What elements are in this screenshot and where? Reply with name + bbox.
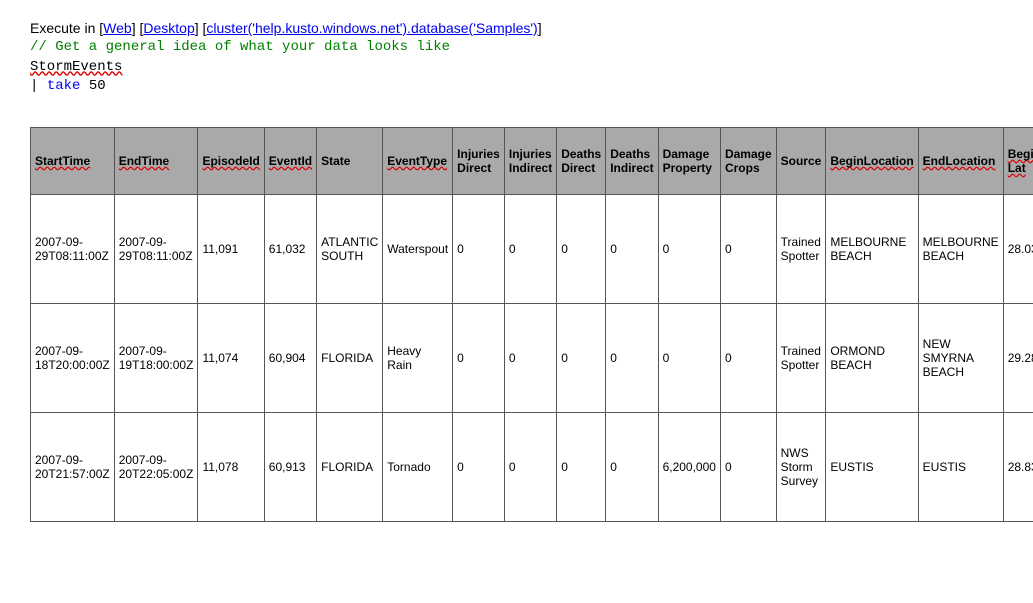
cell-damageproperty: 6,200,000 xyxy=(658,412,720,521)
execute-line: Execute in [Web] [Desktop] [cluster('hel… xyxy=(30,20,1003,36)
col-injdir[interactable]: Injuries Direct xyxy=(457,147,500,175)
cell-episodeid: 11,078 xyxy=(198,412,264,521)
col-dmgprop[interactable]: Damage Property xyxy=(663,147,712,175)
cell-deathsdirect: 0 xyxy=(557,194,606,303)
code-take-keyword: take xyxy=(47,78,81,94)
cell-damageproperty: 0 xyxy=(658,303,720,412)
cell-state: FLORIDA xyxy=(317,412,383,521)
cell-episodeid: 11,091 xyxy=(198,194,264,303)
col-eventtype[interactable]: EventType xyxy=(387,154,447,168)
link-desktop[interactable]: Desktop xyxy=(143,20,194,36)
col-beginlat[interactable]: Begin Lat xyxy=(1008,147,1033,175)
cell-damagecrops: 0 xyxy=(720,303,776,412)
link-web[interactable]: Web xyxy=(103,20,132,36)
cell-deathsdirect: 0 xyxy=(557,412,606,521)
code-take-value: 50 xyxy=(89,78,106,94)
cell-state: FLORIDA xyxy=(317,303,383,412)
cell-beginlocation: EUSTIS xyxy=(826,412,918,521)
cell-damageproperty: 0 xyxy=(658,194,720,303)
cell-starttime: 2007-09-20T21:57:00Z xyxy=(31,412,115,521)
cell-damagecrops: 0 xyxy=(720,412,776,521)
table-row[interactable]: 2007-09-29T08:11:00Z2007-09-29T08:11:00Z… xyxy=(31,194,1033,303)
col-beginloc[interactable]: BeginLocation xyxy=(830,154,913,168)
cell-endlocation: MELBOURNE BEACH xyxy=(918,194,1003,303)
cell-deathsindirect: 0 xyxy=(606,194,658,303)
col-state[interactable]: State xyxy=(321,154,350,168)
cell-beginlat: 29.28 xyxy=(1003,303,1033,412)
table-row[interactable]: 2007-09-18T20:00:00Z2007-09-19T18:00:00Z… xyxy=(31,303,1033,412)
col-starttime[interactable]: StartTime xyxy=(35,154,90,168)
cell-eventid: 60,904 xyxy=(264,303,316,412)
cell-eventtype: Waterspout xyxy=(383,194,453,303)
cell-injuriesdirect: 0 xyxy=(453,194,505,303)
cell-injuriesindirect: 0 xyxy=(504,412,556,521)
cell-starttime: 2007-09-18T20:00:00Z xyxy=(31,303,115,412)
code-pipe: | xyxy=(30,78,38,94)
col-eventid[interactable]: EventId xyxy=(269,154,312,168)
cell-eventid: 60,913 xyxy=(264,412,316,521)
query-editor[interactable]: // Get a general idea of what your data … xyxy=(30,38,1003,97)
cell-beginlat: 28.039 xyxy=(1003,194,1033,303)
cell-source: Trained Spotter xyxy=(776,194,826,303)
table-body: 2007-09-29T08:11:00Z2007-09-29T08:11:00Z… xyxy=(31,194,1033,521)
cell-state: ATLANTIC SOUTH xyxy=(317,194,383,303)
cell-episodeid: 11,074 xyxy=(198,303,264,412)
cell-endtime: 2007-09-19T18:00:00Z xyxy=(114,303,198,412)
cell-deathsindirect: 0 xyxy=(606,303,658,412)
cell-beginlocation: MELBOURNE BEACH xyxy=(826,194,918,303)
col-injind[interactable]: Injuries Indirect xyxy=(509,147,552,175)
cell-source: Trained Spotter xyxy=(776,303,826,412)
col-deathind[interactable]: Deaths Indirect xyxy=(610,147,653,175)
code-table: StormEvents xyxy=(30,59,122,75)
cell-injuriesdirect: 0 xyxy=(453,303,505,412)
col-endtime[interactable]: EndTime xyxy=(119,154,169,168)
col-dmgcrop[interactable]: Damage Crops xyxy=(725,147,772,175)
cell-beginlat: 28.837 xyxy=(1003,412,1033,521)
cell-endlocation: NEW SMYRNA BEACH xyxy=(918,303,1003,412)
cell-beginlocation: ORMOND BEACH xyxy=(826,303,918,412)
execute-prefix: Execute in xyxy=(30,20,95,36)
table-row[interactable]: 2007-09-20T21:57:00Z2007-09-20T22:05:00Z… xyxy=(31,412,1033,521)
col-endloc[interactable]: EndLocation xyxy=(923,154,996,168)
col-source[interactable]: Source xyxy=(781,154,822,168)
col-deathdir[interactable]: Deaths Direct xyxy=(561,147,601,175)
cell-injuriesdirect: 0 xyxy=(453,412,505,521)
cell-eventtype: Heavy Rain xyxy=(383,303,453,412)
cell-eventid: 61,032 xyxy=(264,194,316,303)
cell-endtime: 2007-09-20T22:05:00Z xyxy=(114,412,198,521)
cell-source: NWS Storm Survey xyxy=(776,412,826,521)
link-cluster[interactable]: cluster('help.kusto.windows.net').databa… xyxy=(206,20,537,36)
cell-deathsdirect: 0 xyxy=(557,303,606,412)
cell-endlocation: EUSTIS xyxy=(918,412,1003,521)
cell-damagecrops: 0 xyxy=(720,194,776,303)
col-episodeid[interactable]: EpisodeId xyxy=(202,154,259,168)
cell-endtime: 2007-09-29T08:11:00Z xyxy=(114,194,198,303)
cell-deathsindirect: 0 xyxy=(606,412,658,521)
cell-starttime: 2007-09-29T08:11:00Z xyxy=(31,194,115,303)
table-header-row: StartTime EndTime EpisodeId EventId Stat… xyxy=(31,127,1033,194)
cell-eventtype: Tornado xyxy=(383,412,453,521)
cell-injuriesindirect: 0 xyxy=(504,194,556,303)
results-table: StartTime EndTime EpisodeId EventId Stat… xyxy=(30,127,1033,522)
cell-injuriesindirect: 0 xyxy=(504,303,556,412)
code-comment: // Get a general idea of what your data … xyxy=(30,38,1003,58)
